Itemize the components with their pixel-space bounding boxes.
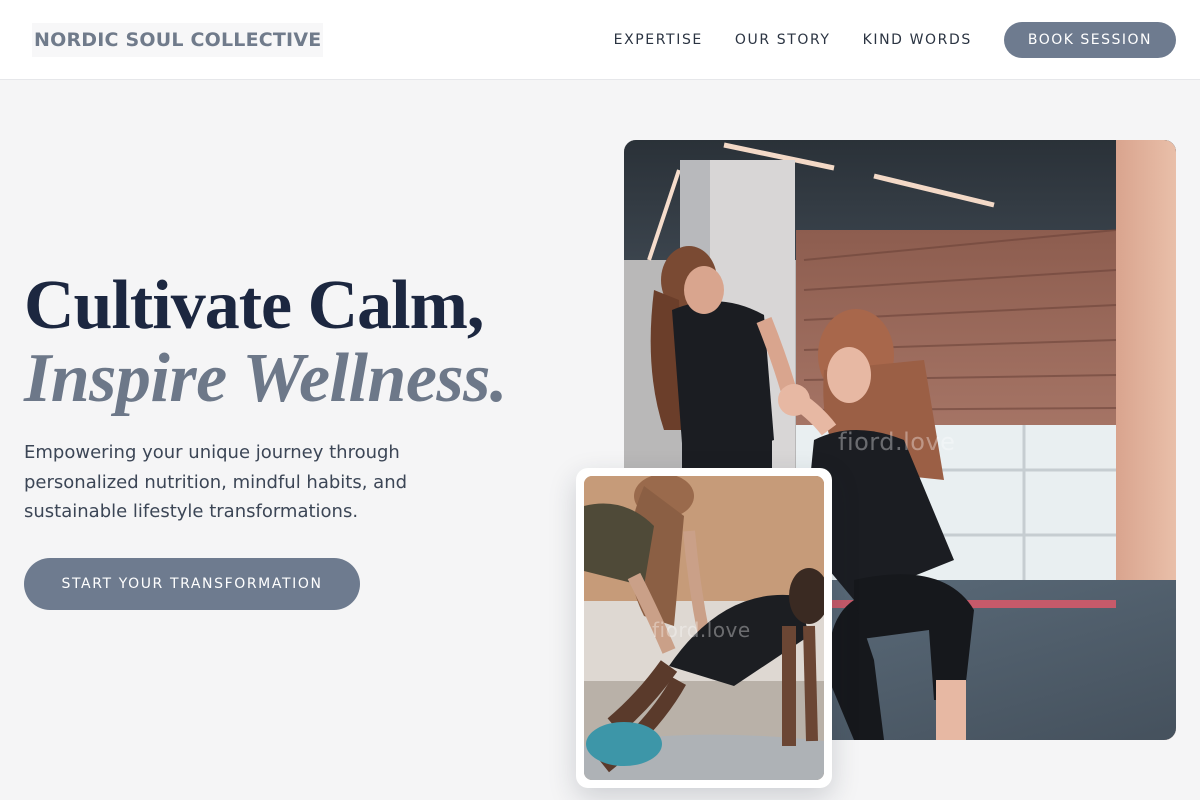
photo-secondary-inner: fiord.love (584, 476, 824, 780)
hero-subtitle: Empowering your unique journey through p… (24, 442, 408, 522)
nav-link-kind-words[interactable]: KIND WORDS (863, 32, 972, 48)
hero-photo-secondary: fiord.love (576, 468, 832, 788)
nav-link-our-story[interactable]: OUR STORY (735, 32, 831, 48)
hero-title: Cultivate Calm, Inspire Wellness. (24, 268, 507, 414)
start-transformation-button[interactable]: START YOUR TRANSFORMATION (24, 558, 360, 610)
main-photo-watermark: fiord.love (838, 428, 956, 456)
brand-logo[interactable]: NORDIC SOUL COLLECTIVE (32, 22, 324, 57)
main-nav: EXPERTISE OUR STORY KIND WORDS BOOK SESS… (614, 21, 1176, 58)
hero-title-line-2: Inspire Wellness. (24, 340, 507, 417)
nav-link-expertise[interactable]: EXPERTISE (614, 32, 703, 48)
secondary-photo-watermark: fiord.love (652, 618, 751, 642)
book-session-button[interactable]: BOOK SESSION (1003, 21, 1176, 58)
hero-title-line-1: Cultivate Calm, (24, 267, 484, 344)
site-header: NORDIC SOUL COLLECTIVE EXPERTISE OUR STO… (0, 0, 1200, 80)
